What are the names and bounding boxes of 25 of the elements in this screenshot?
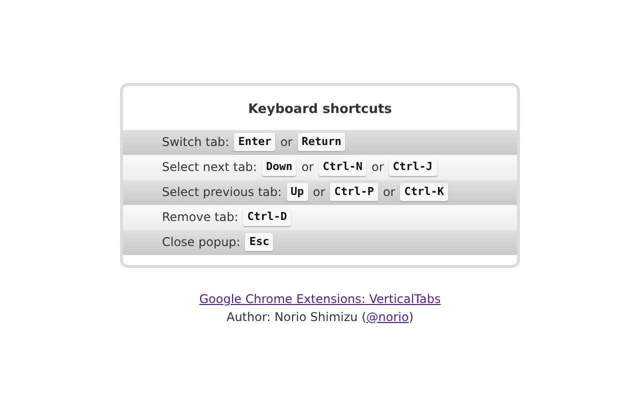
key-cap: Ctrl-P — [330, 182, 378, 202]
key-cap: Ctrl-D — [243, 208, 291, 226]
key-cap: Ctrl-K — [400, 182, 448, 202]
panel-title: Keyboard shortcuts — [247, 101, 393, 119]
key-cap: Enter — [234, 132, 276, 152]
or-text: or — [280, 134, 293, 151]
key-cap: Ctrl-J — [388, 158, 437, 176]
shortcut-label: Switch tab: — [162, 134, 230, 151]
author-text: Author: Norio Shimizu ( — [226, 308, 366, 326]
extension-link[interactable]: Google Chrome Extensions: VerticalTabs — [199, 290, 441, 308]
key-cap: Down — [262, 158, 296, 176]
key-cap: Return — [298, 132, 346, 152]
or-text: or — [382, 184, 396, 201]
or-text: or — [301, 159, 314, 176]
shortcut-label: Close popup: — [162, 234, 240, 251]
shortcut-label: Remove tab: — [162, 209, 238, 226]
author-text: ) — [408, 308, 414, 326]
key-cap: Esc — [245, 232, 274, 252]
key-cap: Ctrl-N — [318, 158, 366, 176]
author-link[interactable]: @norio — [366, 308, 409, 326]
key-cap: Up — [286, 182, 308, 202]
shortcut-label: Select next tab: — [162, 159, 257, 176]
or-text: or — [371, 159, 384, 176]
shortcut-label: Select previous tab: — [162, 184, 282, 201]
or-text: or — [312, 184, 326, 201]
